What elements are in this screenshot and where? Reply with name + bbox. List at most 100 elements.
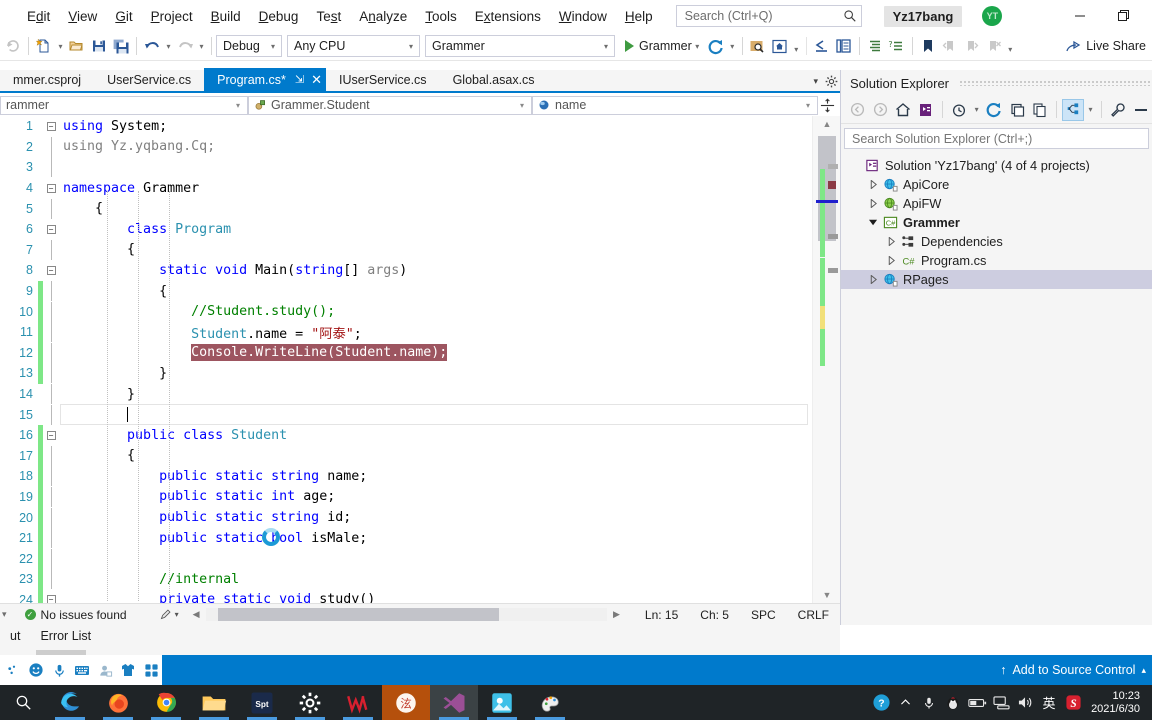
chevron-right-icon[interactable] (884, 256, 899, 265)
history-dropdown-icon[interactable]: ▾ (971, 99, 982, 121)
chevron-right-icon[interactable] (866, 275, 881, 284)
menu-item-test[interactable]: Test (307, 5, 350, 28)
code-line[interactable]: 14 } (0, 384, 812, 405)
code-line[interactable]: 17 { (0, 445, 812, 467)
solution-explorer-title-bar[interactable]: Solution Explorer (841, 70, 1152, 96)
home-icon[interactable] (892, 99, 914, 121)
code-line[interactable]: 21 public static bool isMale; (0, 527, 812, 549)
member-scope-combo[interactable]: name ▾ (532, 95, 818, 115)
solution-tree-item-dependencies[interactable]: Dependencies (841, 232, 1152, 251)
menu-item-help[interactable]: Help (616, 5, 662, 28)
code-line[interactable]: 4− namespace Grammer (0, 178, 812, 199)
navigate-back-icon[interactable] (2, 35, 24, 57)
menu-item-edit[interactable]: Edit (18, 5, 59, 28)
panel-drag-handle[interactable] (959, 80, 1152, 86)
paint-icon[interactable] (526, 685, 574, 720)
code-line[interactable]: 10 //Student.study(); (0, 301, 812, 322)
menu-item-build[interactable]: Build (202, 5, 250, 28)
gear-icon[interactable] (825, 75, 838, 88)
editor-tab-programcs[interactable]: Program.cs* ⇲ ✕ (204, 68, 327, 91)
code-editor[interactable]: 1− using System; 2 using Yz.yqbang.Cq; 3 4− na… (0, 116, 840, 603)
solution-configuration-combo[interactable]: Debug ▾ (216, 35, 282, 57)
code-line[interactable]: 22 (0, 548, 812, 570)
ink-icon[interactable] (2, 658, 24, 682)
pin-tab-icon[interactable]: ⇲ (295, 73, 304, 86)
add-to-source-control-button[interactable]: Add to Source Control (1012, 663, 1135, 677)
chevron-right-icon[interactable] (884, 237, 899, 246)
chrome-icon[interactable] (142, 685, 190, 720)
next-bookmark-icon[interactable] (961, 35, 983, 57)
undo-dropdown-icon[interactable]: ▾ (163, 35, 174, 57)
menu-item-tools[interactable]: Tools (416, 5, 466, 28)
save-icon[interactable] (88, 35, 110, 57)
start-debugging-button[interactable]: Grammer ▾ (620, 35, 705, 57)
find-in-files-icon[interactable] (747, 35, 769, 57)
menu-item-view[interactable]: View (59, 5, 106, 28)
show-all-files-icon[interactable] (1029, 99, 1051, 121)
undo-icon[interactable] (141, 35, 163, 57)
new-file-icon[interactable] (33, 35, 55, 57)
spotify-icon[interactable]: Spt (238, 685, 286, 720)
code-line[interactable]: 15 (0, 404, 812, 425)
apps-icon[interactable] (140, 658, 162, 682)
code-line[interactable]: 11 Student.name = "阿泰"; (0, 321, 812, 343)
hot-reload-dropdown-icon[interactable]: ▾ (727, 35, 738, 57)
avatar[interactable]: YT (982, 6, 1003, 26)
editor-tab-globalasaxcs[interactable]: Global.asax.cs (440, 68, 548, 91)
clear-bookmarks-icon[interactable] (983, 35, 1005, 57)
forward-icon[interactable] (869, 99, 891, 121)
history-icon[interactable] (948, 99, 970, 121)
visual-studio-icon[interactable] (430, 685, 478, 720)
indent-mode-status[interactable]: SPC (740, 608, 787, 622)
sogou-icon[interactable]: S (1061, 685, 1085, 720)
solution-tree-item-grammer[interactable]: C# Grammer (841, 213, 1152, 232)
code-text-area[interactable]: 1− using System; 2 using Yz.yqbang.Cq; 3 4− na… (0, 116, 812, 603)
code-line[interactable]: 1− using System; (0, 116, 812, 137)
previous-bookmark-icon[interactable] (939, 35, 961, 57)
search-icon[interactable] (0, 685, 46, 720)
code-line[interactable]: 12 Console.WriteLine(Student.name); (0, 342, 812, 364)
volume-icon[interactable] (1013, 685, 1037, 720)
preview-selected-items-icon[interactable] (1130, 99, 1152, 121)
bottom-panel-tab-error-list[interactable]: Error List (30, 627, 101, 645)
redo-dropdown-icon[interactable]: ▾ (196, 35, 207, 57)
editor-tab-mmercsproj[interactable]: mmer.csproj (0, 68, 94, 91)
live-share-button[interactable]: Live Share (1065, 38, 1146, 54)
toggle-bookmark-icon[interactable] (917, 35, 939, 57)
new-file-dropdown-icon[interactable]: ▾ (55, 35, 66, 57)
solution-explorer-search-input[interactable]: Search Solution Explorer (Ctrl+;) (844, 128, 1149, 149)
menu-item-project[interactable]: Project (142, 5, 202, 28)
close-tab-icon[interactable]: ✕ (311, 72, 322, 88)
project-scope-combo[interactable]: rammer ▾ (0, 95, 248, 115)
solution-view-dropdown-icon[interactable]: ▾ (1085, 99, 1096, 121)
source-control-caret-icon[interactable]: ▴ (1141, 665, 1146, 676)
solution-tree[interactable]: Solution 'Yz17bang' (4 of 4 projects) Api… (841, 152, 1152, 289)
battery-icon[interactable] (965, 685, 989, 720)
scroll-up-icon[interactable]: ▲ (813, 116, 840, 132)
refresh-icon[interactable] (983, 99, 1005, 121)
hscroll-right-icon[interactable]: ▶ (607, 609, 626, 620)
menu-item-extensions[interactable]: Extensions (466, 5, 550, 28)
contacts-icon[interactable] (94, 658, 116, 682)
menu-item-git[interactable]: Git (106, 5, 141, 28)
touch-keyboard-icon[interactable] (71, 658, 93, 682)
bottom-panel-tab-ut[interactable]: ut (0, 627, 30, 645)
code-line[interactable]: 20 public static string id; (0, 507, 812, 528)
global-search-input[interactable]: Search (Ctrl+Q) (675, 5, 862, 27)
split-editor-icon[interactable] (818, 97, 836, 113)
code-line[interactable]: 6− class Program (0, 219, 812, 240)
hscroll-left-icon[interactable]: ◀ (187, 609, 206, 620)
pen-tool-icon[interactable]: ▾ (159, 608, 179, 621)
photos-icon[interactable] (478, 685, 526, 720)
editor-horizontal-scrollbar[interactable]: ◀ ▶ (187, 608, 626, 621)
line-ending-status[interactable]: CRLF (787, 608, 840, 622)
edge-icon[interactable] (46, 685, 94, 720)
navigate-forward-icon[interactable] (833, 35, 855, 57)
menu-item-window[interactable]: Window (550, 5, 616, 28)
emoji-icon[interactable] (25, 658, 47, 682)
startup-project-combo[interactable]: Grammer ▾ (425, 35, 615, 57)
ime-cn-icon[interactable]: 英 (1037, 685, 1061, 720)
code-line[interactable]: 5 { (0, 198, 812, 219)
editor-tab-iuserservicecs[interactable]: IUserService.cs (326, 68, 440, 91)
settings-icon[interactable] (286, 685, 334, 720)
